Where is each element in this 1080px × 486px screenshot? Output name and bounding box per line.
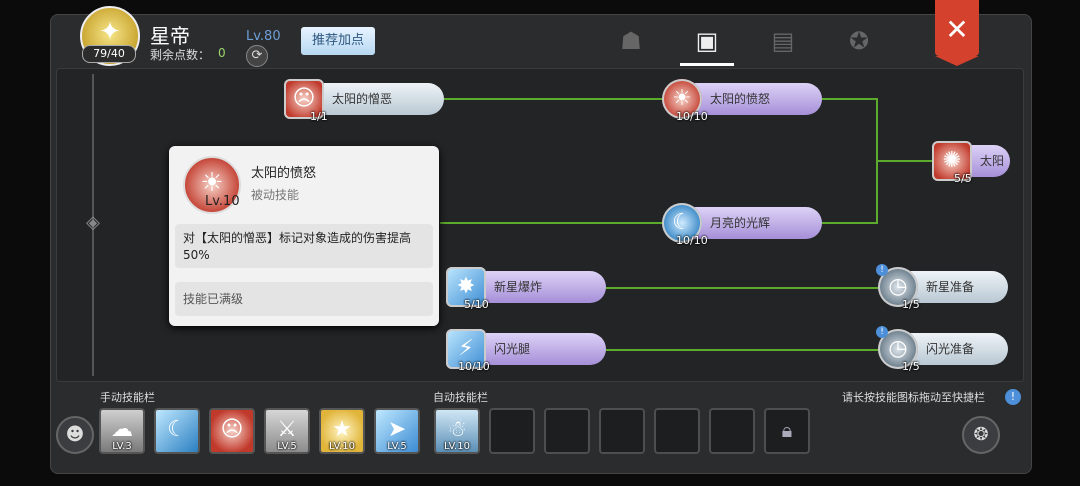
skill-count: 5/5 (954, 172, 972, 185)
cat-face-icon[interactable]: ❂ (962, 416, 1000, 454)
character-level: Lv.80 (246, 29, 281, 44)
slot-level: LV.5 (387, 441, 407, 452)
tree-link (440, 222, 670, 224)
auto-skill-slot-empty[interactable] (544, 408, 590, 454)
manual-skill-slot[interactable]: ☁ LV.3 (99, 408, 145, 454)
skill-count: 1/5 (902, 360, 920, 373)
skill-count: 10/10 (676, 234, 708, 247)
manual-bar-label: 手动技能栏 (100, 391, 155, 404)
auto-skill-slot-empty[interactable] (709, 408, 755, 454)
auto-skill-slot-locked[interactable]: 🔒︎ (764, 408, 810, 454)
active-tab-indicator (680, 63, 734, 66)
tree-link (876, 160, 936, 162)
tooltip-level: Lv.10 (205, 194, 240, 209)
skill-count: 10/10 (458, 360, 490, 373)
winged-star-icon[interactable]: ✪ (842, 24, 876, 58)
points-badge: 79/40 (82, 45, 136, 63)
skill-count: 5/10 (464, 298, 489, 311)
info-icon: ! (876, 326, 888, 338)
tree-link (600, 287, 886, 289)
tree-link (600, 349, 886, 351)
person-star-icon[interactable]: ☗ (614, 24, 648, 58)
manual-skill-slot[interactable]: ☹ (209, 408, 255, 454)
tree-link (440, 98, 670, 100)
auto-bar-label: 自动技能栏 (433, 391, 488, 404)
skill-node[interactable]: 太阳的憎恶 ☹ 1/1 (284, 79, 444, 123)
spine-ornament-icon: ◈ (86, 212, 100, 233)
auto-skill-slot-empty[interactable] (599, 408, 645, 454)
manual-skill-slot[interactable]: ☾ (154, 408, 200, 454)
lock-icon: 🔒︎ (781, 418, 793, 442)
auto-skill-slot-empty[interactable] (489, 408, 535, 454)
contact-book-icon[interactable]: ▣ (690, 24, 724, 58)
remaining-points-value: 0 (218, 46, 226, 60)
character-name: 星帝 (150, 24, 190, 48)
skill-node[interactable]: 闪光准备 ◷ ! 1/5 (876, 326, 1008, 373)
skill-node[interactable]: 太阳 ✺ 5/5 (932, 141, 1010, 185)
slot-level: LV.5 (277, 441, 297, 452)
skill-node[interactable]: 新星准备 ◷ ! 1/5 (876, 264, 1008, 311)
star-emblem-icon: ✦ (99, 17, 121, 47)
manual-skill-slot[interactable]: ⚔ LV.5 (264, 408, 310, 454)
drag-hint: 请长按技能图标拖动至快捷栏 (842, 391, 985, 404)
tree-link (820, 222, 878, 224)
skill-node[interactable]: 新星爆炸 ✸ 5/10 (446, 267, 606, 311)
tooltip-skill-name: 太阳的愤怒 (251, 166, 317, 181)
moon-wave-icon: ☾ (167, 417, 187, 442)
close-button[interactable]: ✕ (935, 0, 979, 66)
tooltip-description: 对【太阳的憎恶】标记对象造成的伤害提高50% (175, 224, 433, 268)
auto-skill-slot-empty[interactable] (654, 408, 700, 454)
skill-count: 1/1 (310, 110, 328, 123)
recommend-button[interactable]: 推荐加点 (301, 27, 375, 55)
skill-node[interactable]: 月亮的光辉 ☾ 10/10 (662, 203, 822, 247)
slot-level: LV.3 (112, 441, 132, 452)
reset-icon[interactable]: ⟳ (246, 45, 268, 67)
tooltip-skill-type: 被动技能 (251, 188, 300, 202)
slot-level: LV.10 (329, 441, 355, 452)
skill-count: 10/10 (676, 110, 708, 123)
pet-face-icon[interactable]: ☻ (56, 416, 94, 454)
skill-node[interactable]: 闪光腿 ⚡ 10/10 (446, 329, 606, 373)
info-icon[interactable]: ! (1005, 389, 1021, 405)
skill-tooltip: ☀ Lv.10 太阳的愤怒 被动技能 对【太阳的憎恶】标记对象造成的伤害提高50… (169, 146, 439, 326)
book-icon[interactable]: ▤ (766, 24, 800, 58)
sun-face-icon: ☹ (220, 417, 244, 442)
tooltip-status: 技能已满级 (175, 282, 433, 316)
info-icon: ! (876, 264, 888, 276)
tree-link (820, 98, 878, 100)
skill-count: 1/5 (902, 298, 920, 311)
manual-skill-slot[interactable]: ★ LV.10 (319, 408, 365, 454)
skill-node[interactable]: 太阳的愤怒 ☀ 10/10 (662, 79, 822, 123)
remaining-points-label: 剩余点数： (150, 48, 211, 62)
manual-skill-slot[interactable]: ➤ LV.5 (374, 408, 420, 454)
slot-level: LV.10 (444, 441, 470, 452)
auto-skill-slot[interactable]: ☃ LV.10 (434, 408, 480, 454)
